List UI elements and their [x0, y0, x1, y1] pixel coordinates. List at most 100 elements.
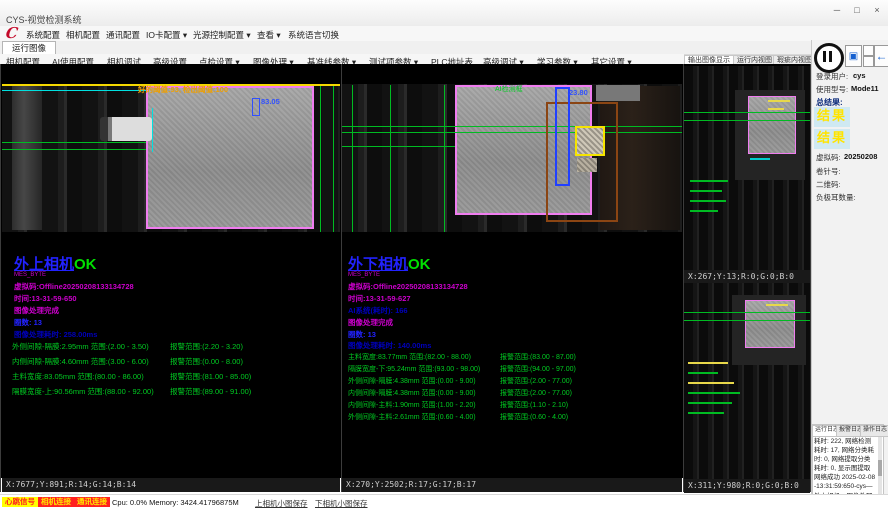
center-overlay-hline-green	[342, 126, 682, 127]
center-coords-bar: X:270;Y:2502;R:17;G:17;B:17	[342, 478, 682, 492]
center-alarm-row: 报警范围:(0.60 - 4.00)	[500, 412, 568, 422]
small-toggle-button-2[interactable]	[863, 56, 874, 67]
back-arrow-icon: ←	[876, 49, 888, 63]
thumb1-hline-green	[684, 112, 810, 113]
left-machine-column	[12, 86, 42, 230]
panel-divider	[0, 64, 1, 492]
center-done-text: 图像处理完成	[348, 317, 393, 328]
menu-system-config[interactable]: 系统配置	[26, 29, 60, 41]
center-ai-box-label: AI检测框	[495, 84, 523, 94]
thumb2-hline-green	[684, 312, 810, 313]
menu-comm-config[interactable]: 通讯配置	[106, 29, 140, 41]
virtual-code-value: 20250208	[844, 152, 877, 161]
cpu-memory-text: Cpu: 0.0% Memory: 3424.41796875M	[112, 498, 239, 507]
tab-run-image[interactable]: 运行图像	[2, 41, 56, 54]
left-loop-count: 圈数: 13	[14, 317, 42, 328]
left-measure-row: 主料宽度:83.05mm 范围:(80.00 - 86.00)	[12, 371, 144, 382]
left-elapsed: 图像处理耗时: 258.00ms	[14, 329, 97, 340]
center-ok-badge: OK	[408, 256, 431, 273]
thumb2-text-green	[688, 402, 732, 404]
thumb2-text-yellow	[688, 382, 734, 384]
left-ok-badge: OK	[74, 256, 97, 273]
close-button[interactable]: ×	[868, 4, 886, 17]
center-overlay-vline-green	[352, 85, 353, 232]
thumb1-text-green	[690, 200, 726, 202]
logtab-operation[interactable]: 操作日志	[860, 425, 888, 437]
minimize-button[interactable]: ─	[828, 4, 846, 17]
left-measure-row: 外侧间隙-隔膜:2.95mm 范围:(2.00 - 3.50)	[12, 341, 149, 352]
left-camera-name: 外上相机	[14, 256, 74, 273]
thumb2-text-green	[688, 412, 724, 414]
thumb1-roi	[748, 96, 796, 154]
center-measure-row: 主料宽度:83.77mm 范围:(82.00 - 88.00)	[348, 352, 471, 362]
center-measure-box-blue	[555, 87, 570, 186]
left-barcode: 虚拟码:Offline20250208133134728	[14, 281, 134, 292]
left-tab-edge-line	[152, 108, 153, 152]
menu-language-switch[interactable]: 系统语言切换	[288, 29, 339, 41]
result-box-upper: 结果	[814, 107, 850, 127]
left-measure-row: 隔膜宽度-上:90.56mm 范围:(88.00 - 92.00)	[12, 386, 154, 397]
log-scrollbar-thumb[interactable]	[878, 460, 882, 476]
left-alarm-row: 报警范围:(89.00 - 91.00)	[170, 386, 251, 397]
center-loop-count: 圈数: 13	[348, 329, 376, 340]
center-measure-row: 外侧间隙-隔膜:4.38mm 范围:(0.00 - 9.00)	[348, 376, 476, 386]
back-button[interactable]: ←	[874, 45, 888, 67]
left-overlay-vline-green	[320, 86, 321, 232]
center-alarm-row: 报警范围:(83.00 - 87.00)	[500, 352, 576, 362]
thumb1-text-green	[690, 210, 718, 212]
menu-camera-config[interactable]: 相机配置	[66, 29, 100, 41]
left-measure-row: 内侧间隙-隔膜:4.60mm 范围:(3.00 - 6.00)	[12, 356, 149, 367]
lower-camera-save-link[interactable]: 下相机小图保存	[315, 498, 368, 509]
thumb2-text-yellow	[688, 362, 728, 364]
center-measure-row: 内侧间隙-隔膜:4.38mm 范围:(0.00 - 9.00)	[348, 388, 476, 398]
upper-camera-save-link[interactable]: 上相机小图保存	[255, 498, 308, 509]
center-measure-row: 外侧间隙-主料:2.61mm 范围:(0.60 - 4.00)	[348, 412, 476, 422]
camera-button[interactable]: ▣	[845, 45, 862, 67]
center-alarm-row: 报警范围:(2.00 - 77.00)	[500, 376, 572, 386]
thumb1-label-yellow	[768, 108, 784, 110]
left-result-title: 外上相机OK	[14, 253, 97, 274]
thumb1-hline-green	[684, 120, 810, 121]
small-toggle-button-1[interactable]	[863, 45, 874, 56]
left-done-text: 图像处理完成	[14, 305, 59, 316]
center-time: 时间:13-31-59-627	[348, 293, 411, 304]
left-overlay-line-cyan	[2, 90, 146, 91]
left-overlay-vline-green	[333, 86, 334, 232]
center-camera-name: 外下相机	[348, 256, 408, 273]
left-alarm-row: 报警范围:(81.00 - 85.00)	[170, 371, 251, 382]
center-alarm-row: 报警范围:(2.00 - 77.00)	[500, 388, 572, 398]
model-value: Mode11	[851, 84, 879, 93]
thumb2-label-yellow	[766, 304, 788, 306]
app-window: CYS-视觉检测系统 ─ □ × C 系统配置 相机配置 通讯配置 IO卡配置 …	[0, 0, 888, 522]
center-bright-corner	[596, 85, 640, 101]
center-bright-spot	[577, 158, 597, 172]
left-separator-roi	[146, 86, 314, 229]
pause-button[interactable]	[814, 43, 844, 73]
center-result-title: 外下相机OK	[348, 253, 431, 274]
maximize-button[interactable]: □	[848, 4, 866, 17]
heartbeat-badge: 心跳信号	[2, 497, 38, 507]
login-user-label: 登录用户:	[816, 71, 848, 82]
qrcode-label: 二维码:	[816, 179, 841, 190]
center-alarm-row: 报警范围:(94.00 - 97.00)	[500, 364, 576, 374]
center-overlay-hline-green	[342, 132, 682, 133]
left-coords-bar: X:7677;Y:891;R:14;G:14;B:14	[2, 478, 340, 492]
center-elapsed: 图像处理耗时: 140.00ms	[348, 340, 431, 351]
center-measure-row: 内侧间隙-主料:1.90mm 范围:(1.00 - 2.20)	[348, 400, 476, 410]
result-text-upper: 结果	[817, 109, 847, 124]
menu-io-config[interactable]: IO卡配置 ▾	[146, 29, 187, 41]
menu-view[interactable]: 查看 ▾	[257, 29, 281, 41]
center-sys-elapsed: AI系统(耗时): 166	[348, 305, 408, 316]
left-time: 时间:13-31-59-650	[14, 293, 77, 304]
titlebar	[0, 0, 888, 27]
thumb2-hline-green	[684, 320, 810, 321]
center-overlay-vline-green	[390, 85, 391, 232]
log-text: 耗时: 222, 网络检测耗时: 17, 网络分类耗时: 0, 网络提取分类耗时…	[814, 437, 876, 497]
center-measure-row: 隔膜宽度-下:95.24mm 范围:(93.00 - 98.00)	[348, 364, 480, 374]
menu-light-config[interactable]: 光源控制配置 ▾	[193, 29, 251, 41]
left-overlay-hline-green	[2, 142, 146, 143]
result-box-lower: 结果	[814, 129, 850, 149]
needle-number-label: 卷针号:	[816, 166, 841, 177]
thumb1-text-green	[690, 180, 728, 182]
result-text-lower: 结果	[817, 131, 847, 146]
